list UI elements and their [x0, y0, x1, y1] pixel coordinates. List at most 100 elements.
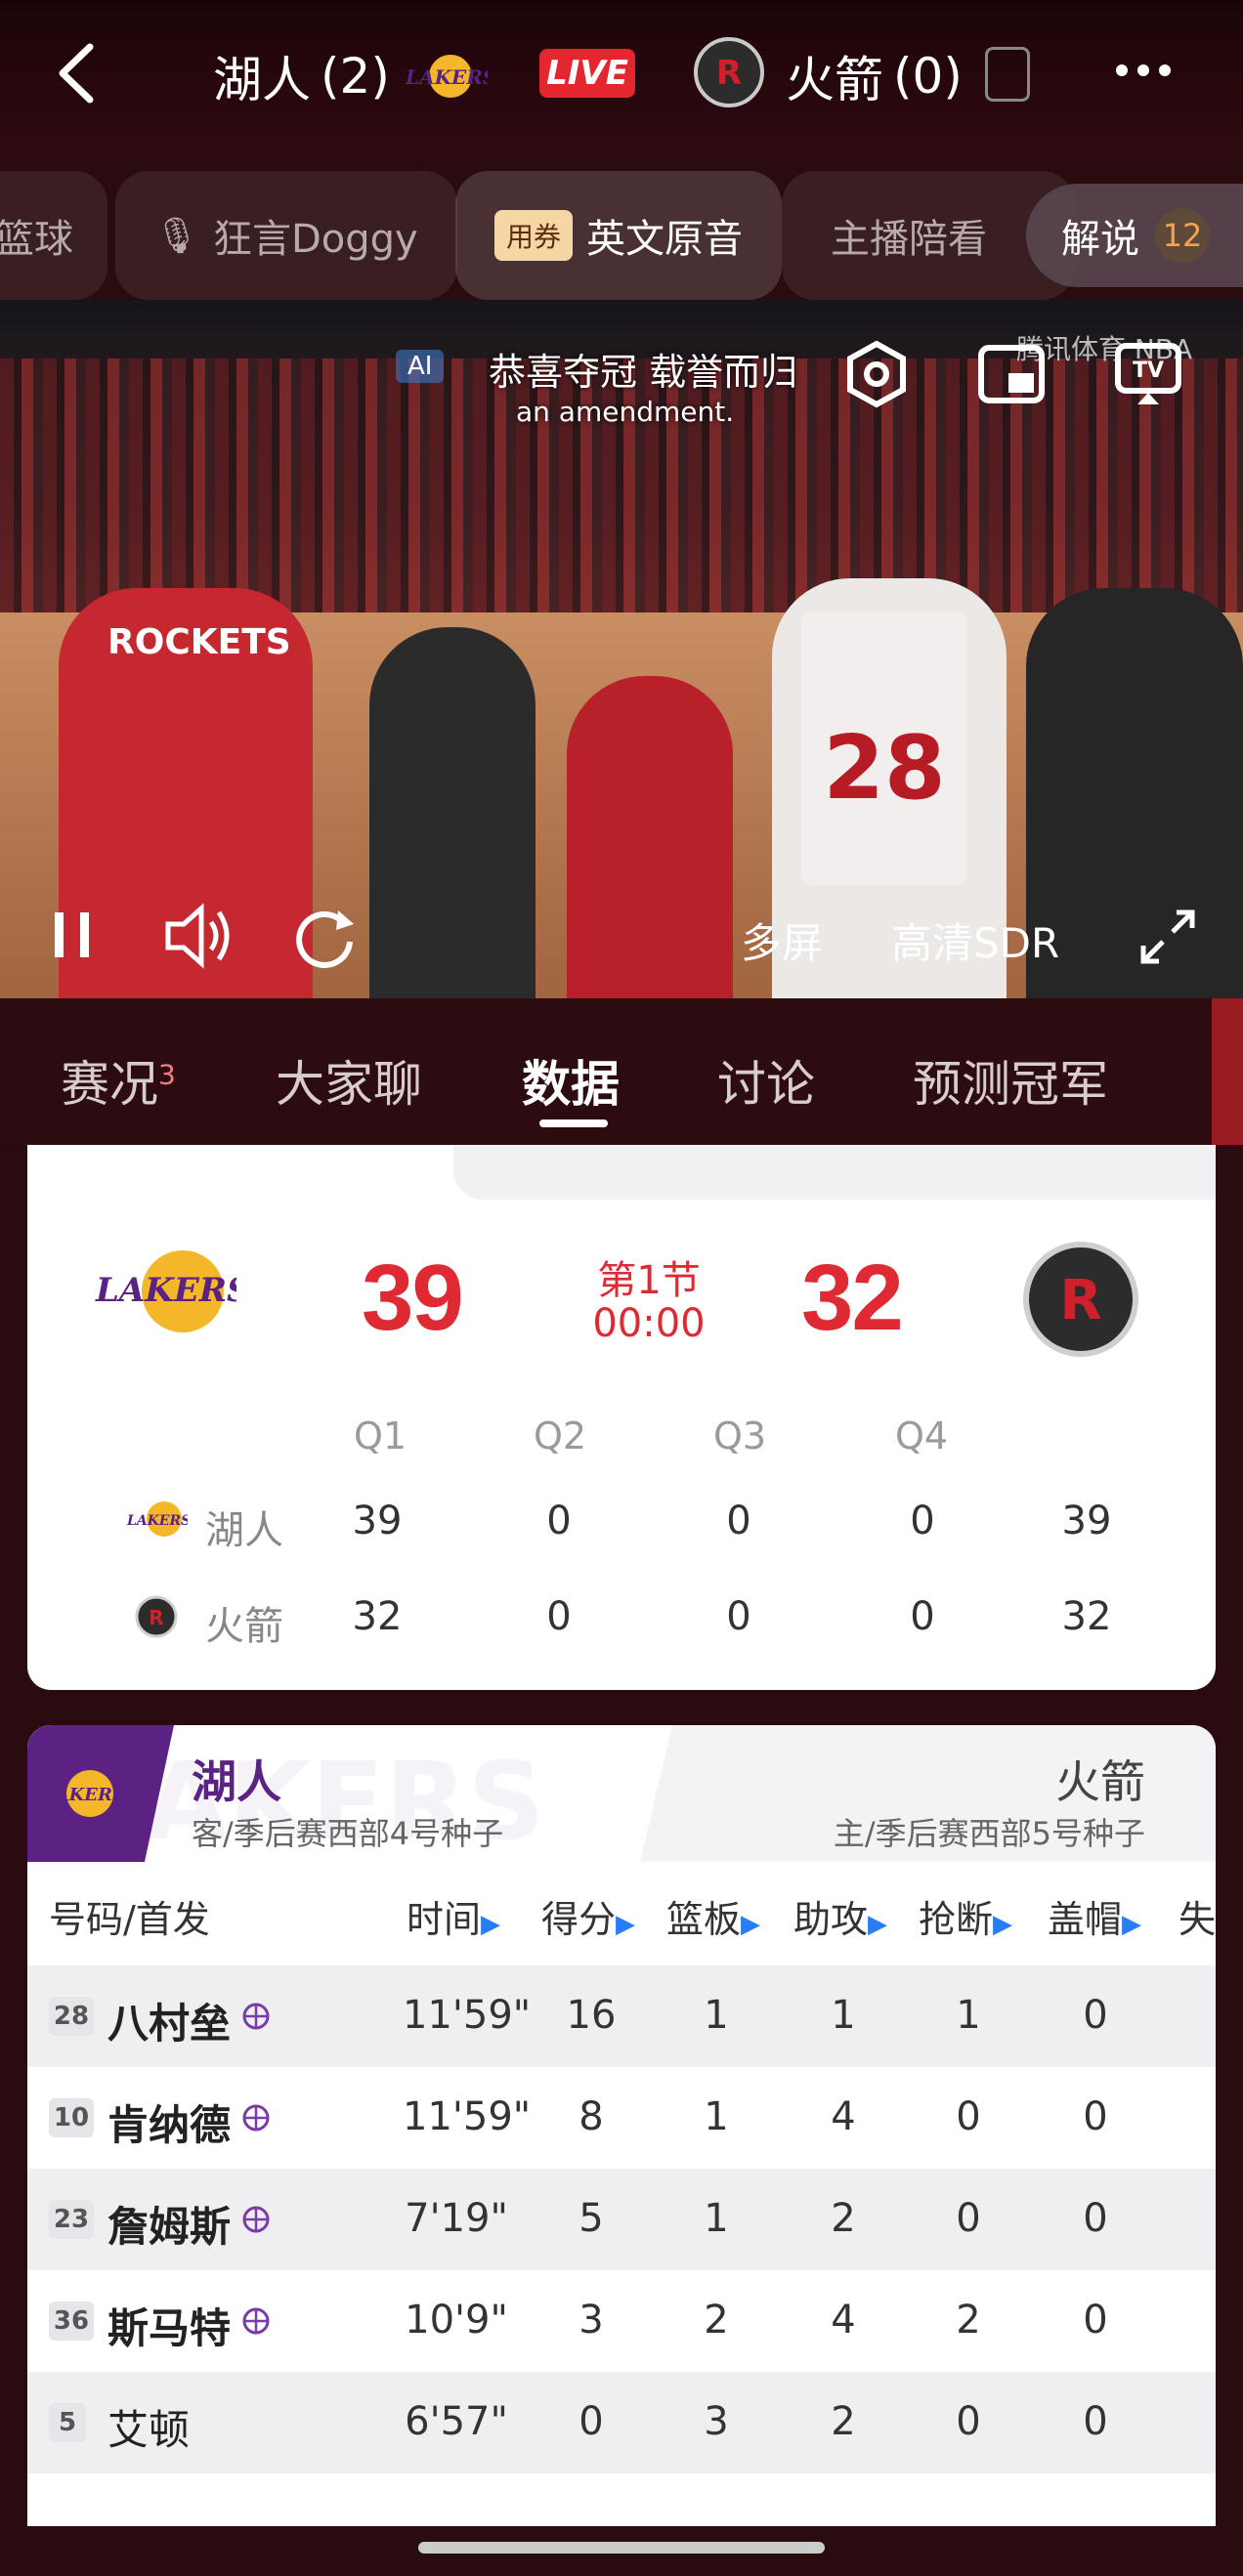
- column-header-assists[interactable]: 助攻▶: [793, 1889, 887, 1943]
- away-team-title[interactable]: 湖人 (2) LAKERS: [213, 41, 496, 111]
- starter-ball-icon: [242, 2307, 270, 2335]
- quarter-score: 0: [910, 1594, 935, 1639]
- player-row[interactable]: 36 斯马特 10'9" 3 2 4 2 0: [27, 2270, 1216, 2372]
- quality-button[interactable]: 高清SDR: [891, 910, 1059, 970]
- jersey-number: 36: [49, 2302, 94, 2341]
- player-name: 斯马特: [107, 2304, 232, 2352]
- stat-time: 6'57": [405, 2399, 508, 2444]
- svg-text:R: R: [1059, 1269, 1101, 1332]
- home-team-name: 火箭: [786, 52, 883, 108]
- channel-label: 英文原音: [586, 217, 743, 262]
- column-header-rebounds[interactable]: 篮板▶: [666, 1889, 760, 1943]
- lakers-logo-icon: LAKERS: [400, 47, 496, 106]
- commentary-count: 12: [1155, 208, 1210, 263]
- commentary-button[interactable]: 解说 12: [1026, 184, 1243, 287]
- tab-game-status[interactable]: 赛况3: [61, 1045, 176, 1116]
- column-header-turnovers[interactable]: 失: [1179, 1889, 1216, 1943]
- tab-label: 赛况: [61, 1056, 158, 1113]
- stat-rebounds: 1: [704, 2196, 729, 2241]
- stat-steals: 2: [956, 2298, 981, 2343]
- away-team-wins: (2): [321, 48, 390, 105]
- channel-label: 篮球: [0, 217, 73, 262]
- commentary-label: 解说: [1061, 217, 1139, 262]
- player-row[interactable]: 23 詹姆斯 7'19" 5 1 2 0 0: [27, 2169, 1216, 2270]
- sort-arrow-icon: ▶: [868, 1910, 888, 1939]
- svg-text:LAKERS: LAKERS: [405, 65, 488, 89]
- period-label: 第1节: [597, 1258, 701, 1303]
- tab-data[interactable]: 数据: [522, 1045, 620, 1116]
- channel-doggy[interactable]: 🎙 狂言Doggy: [115, 171, 457, 300]
- player-name: 艾顿: [107, 2406, 191, 2454]
- stat-assists: 2: [831, 2399, 856, 2444]
- stat-time: 7'19": [405, 2196, 508, 2241]
- stat-assists: 4: [831, 2094, 856, 2139]
- column-header-number: 号码/首发: [49, 1898, 210, 1941]
- home-team-wins: (0): [893, 48, 963, 105]
- quarter-score: 0: [546, 1594, 572, 1639]
- channel-english-original[interactable]: 用券 英文原音: [455, 171, 782, 300]
- microphone-icon: 🎙: [154, 216, 199, 256]
- svg-text:TV: TV: [1133, 359, 1164, 383]
- svg-text:R: R: [149, 1606, 163, 1629]
- quarter-score: 0: [726, 1594, 751, 1639]
- pause-icon[interactable]: [45, 901, 104, 969]
- column-header-points[interactable]: 得分▶: [541, 1889, 635, 1943]
- screenshot-icon[interactable]: [840, 338, 913, 410]
- home-indicator[interactable]: [418, 2542, 825, 2554]
- lakers-logo-icon: LAKERS: [90, 1243, 251, 1340]
- subtitle-chinese: 恭喜夺冠 载誉而归: [489, 351, 798, 394]
- picture-in-picture-icon[interactable]: [975, 338, 1048, 410]
- player-row[interactable]: 10 肯纳德 11'59" 8 1 4 0 0: [27, 2067, 1216, 2169]
- stat-points: 0: [579, 2399, 604, 2444]
- ticket-badge: 用券: [493, 210, 573, 261]
- player-controls: 多屏 高清SDR: [0, 889, 1243, 987]
- column-label: 助攻: [793, 1898, 869, 1941]
- svg-text:LAKERS: LAKERS: [126, 1513, 188, 1529]
- jersey-number: 10: [49, 2098, 94, 2137]
- stat-rebounds: 1: [704, 2094, 729, 2139]
- player-row[interactable]: 5 艾顿 6'57" 0 3 2 0 0: [27, 2372, 1216, 2473]
- home-team-name[interactable]: 火箭: [1055, 1747, 1145, 1811]
- quarter-row-team: 火箭: [205, 1604, 283, 1649]
- refresh-icon[interactable]: [285, 897, 364, 975]
- stat-points: 8: [579, 2094, 604, 2139]
- back-arrow-icon[interactable]: [49, 39, 107, 107]
- column-header-steals[interactable]: 抢断▶: [919, 1889, 1012, 1943]
- channel-label: 狂言Doggy: [212, 217, 418, 262]
- column-header-blocks[interactable]: 盖帽▶: [1048, 1889, 1141, 1943]
- stat-steals: 1: [956, 1993, 981, 2038]
- total-score: 39: [1061, 1499, 1112, 1543]
- stat-steals: 0: [956, 2399, 981, 2444]
- stat-steals: 0: [956, 2196, 981, 2241]
- starter-ball-icon: [242, 2104, 270, 2132]
- away-team-name: 湖人: [192, 1755, 281, 1808]
- cast-tv-icon[interactable]: TV: [1112, 338, 1184, 410]
- more-icon[interactable]: [1116, 64, 1171, 76]
- quarter-score: 39: [352, 1499, 403, 1543]
- stat-points: 5: [579, 2196, 604, 2241]
- tab-predict-champion[interactable]: 预测冠军: [913, 1045, 1108, 1116]
- stat-time: 11'59": [403, 1993, 532, 2038]
- home-team-title[interactable]: 火箭 (0): [786, 41, 963, 111]
- sort-arrow-icon: ▶: [1122, 1910, 1142, 1939]
- stat-steals: 0: [956, 2094, 981, 2139]
- tab-discussion[interactable]: 讨论: [717, 1045, 815, 1116]
- fullscreen-icon[interactable]: [1134, 903, 1202, 971]
- total-score: 32: [1061, 1594, 1112, 1639]
- multi-screen-button[interactable]: 多屏: [741, 910, 823, 970]
- away-team-name: 湖人: [213, 52, 311, 108]
- column-label: 抢断: [919, 1898, 994, 1941]
- stat-assists: 4: [831, 2298, 856, 2343]
- switch-icon[interactable]: [985, 47, 1030, 102]
- sort-arrow-icon: ▶: [616, 1910, 636, 1939]
- column-header-time[interactable]: 时间▶: [407, 1889, 500, 1943]
- tab-chat[interactable]: 大家聊: [276, 1045, 422, 1116]
- player-row[interactable]: 28 八村垒 11'59" 16 1 1 1 0: [27, 1965, 1216, 2067]
- channel-basketball[interactable]: 篮球: [0, 171, 107, 300]
- volume-icon[interactable]: [160, 897, 238, 975]
- quarter-header: Q4: [895, 1415, 949, 1457]
- away-team-seed: 客/季后赛西部4号种子: [192, 1815, 504, 1852]
- quarter-score: 0: [546, 1499, 572, 1543]
- player-name: 肯纳德: [107, 2101, 232, 2149]
- quarter-row-team: 湖人: [205, 1508, 283, 1553]
